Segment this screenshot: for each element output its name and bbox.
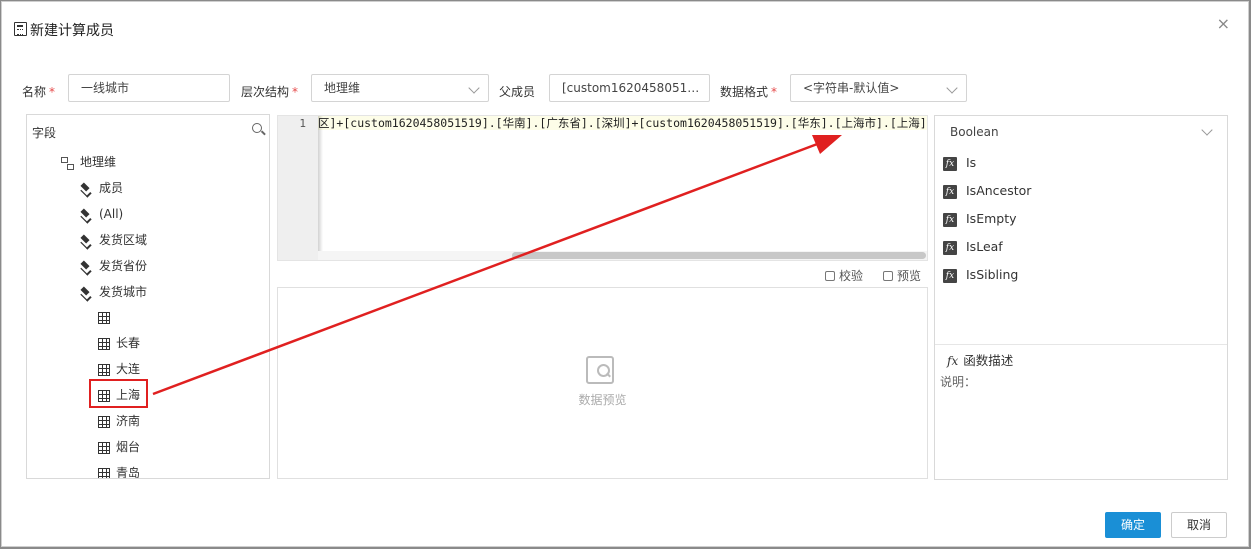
member-grid-icon <box>98 363 110 376</box>
editor-gutter: 1 <box>278 116 318 260</box>
parent-member-label: 父成员 <box>499 85 536 99</box>
layers-icon <box>79 183 93 195</box>
search-icon[interactable] <box>252 123 262 133</box>
dialog-titlebar: 新建计算成员 × <box>2 2 1248 54</box>
tree-node-level[interactable]: 发货省份 <box>79 256 147 276</box>
preview-icon <box>883 271 893 281</box>
form-row: 名称 * 一线城市 层次结构 * 地理维 父成员 [custom1620458051… <box>2 74 1248 104</box>
tree-node-member[interactable]: 青岛 <box>98 463 140 478</box>
validate-icon <box>825 271 835 281</box>
calculator-icon <box>14 22 27 36</box>
close-icon[interactable]: × <box>1217 14 1230 33</box>
expression-editor[interactable]: 1 区]+[custom1620458051519].[华南].[广东省].[深… <box>277 115 928 261</box>
function-description-title: fx 函数描述 <box>947 353 1014 368</box>
parent-member-input[interactable]: [custom1620458051… <box>549 74 710 102</box>
function-item-isleaf[interactable]: fx IsLeaf <box>943 238 1003 256</box>
member-grid-icon <box>98 467 110 478</box>
member-grid-icon <box>98 415 110 428</box>
chevron-down-icon <box>946 82 958 94</box>
member-grid-icon <box>98 311 110 324</box>
tree-node-member[interactable]: 长春 <box>98 333 140 353</box>
hierarchy-icon <box>61 156 74 170</box>
function-category-select[interactable]: Boolean <box>950 125 999 139</box>
data-preview-area: 数据预览 <box>277 287 928 479</box>
editor-scroll-shadow <box>318 116 323 260</box>
chevron-down-icon[interactable] <box>1201 124 1213 136</box>
data-format-select[interactable]: <字符串-默认值> <box>790 74 967 102</box>
layers-icon <box>79 261 93 273</box>
cancel-button[interactable]: 取消 <box>1171 512 1227 538</box>
shanghai-highlight-box <box>89 379 148 408</box>
tree-node-member[interactable] <box>98 307 116 327</box>
tree-node-level[interactable]: 成员 <box>79 178 123 198</box>
field-tree-header: 字段 <box>32 126 57 140</box>
function-icon: fx <box>943 156 957 171</box>
name-label: 名称 * <box>22 85 56 99</box>
tree-node-hierarchy[interactable]: 地理维 <box>61 152 116 172</box>
tree-node-level[interactable]: 发货区域 <box>79 230 147 250</box>
layers-icon <box>79 235 93 247</box>
function-item-isempty[interactable]: fx IsEmpty <box>943 210 1017 228</box>
tree-node-level[interactable]: 发货城市 <box>79 282 147 302</box>
layers-icon <box>79 209 93 221</box>
field-tree-panel: 字段 地理维 成员 (All) 发货区域 发货省份 发货城市 长春 大连 上海 … <box>26 114 270 479</box>
layers-icon <box>79 287 93 299</box>
function-icon: fx <box>943 184 957 199</box>
dialog-title: 新建计算成员 <box>30 23 114 39</box>
scrollbar-thumb[interactable] <box>512 252 926 259</box>
chevron-down-icon <box>468 82 480 94</box>
hierarchy-label: 层次结构 * <box>241 85 299 99</box>
tree-node-level[interactable]: (All) <box>79 204 123 224</box>
function-item-is[interactable]: fx Is <box>943 154 976 172</box>
data-preview-placeholder: 数据预览 <box>578 393 627 407</box>
editor-horizontal-scrollbar[interactable] <box>318 251 927 260</box>
data-preview-icon <box>586 356 614 384</box>
expression-code[interactable]: 区]+[custom1620458051519].[华南].[广东省].[深圳]… <box>318 116 927 130</box>
function-panel: Boolean fx Is fx IsAncestor fx IsEmpty fx Is… <box>934 115 1228 480</box>
function-item-issibling[interactable]: fx IsSibling <box>943 266 1018 284</box>
member-grid-icon <box>98 441 110 454</box>
ok-button[interactable]: 确定 <box>1105 512 1161 538</box>
tree-node-member[interactable]: 济南 <box>98 411 140 431</box>
tree-node-member[interactable]: 烟台 <box>98 437 140 457</box>
line-number: 1 <box>299 117 306 130</box>
function-description-label: 说明： <box>940 375 977 389</box>
function-item-isancestor[interactable]: fx IsAncestor <box>943 182 1031 200</box>
hierarchy-select[interactable]: 地理维 <box>311 74 489 102</box>
function-icon: fx <box>943 268 957 283</box>
function-icon: fx <box>943 240 957 255</box>
preview-button[interactable]: 预览 <box>883 267 921 284</box>
function-icon: fx <box>943 212 957 227</box>
new-calculated-member-dialog: 新建计算成员 × 名称 * 一线城市 层次结构 * 地理维 父成员 [custom1… <box>1 1 1249 547</box>
name-input[interactable]: 一线城市 <box>68 74 230 102</box>
validate-button[interactable]: 校验 <box>825 267 863 284</box>
tree-node-member[interactable]: 大连 <box>98 359 140 379</box>
fx-icon: fx <box>947 354 959 368</box>
member-grid-icon <box>98 337 110 350</box>
function-divider <box>935 344 1227 345</box>
data-format-label: 数据格式 * <box>720 85 778 99</box>
